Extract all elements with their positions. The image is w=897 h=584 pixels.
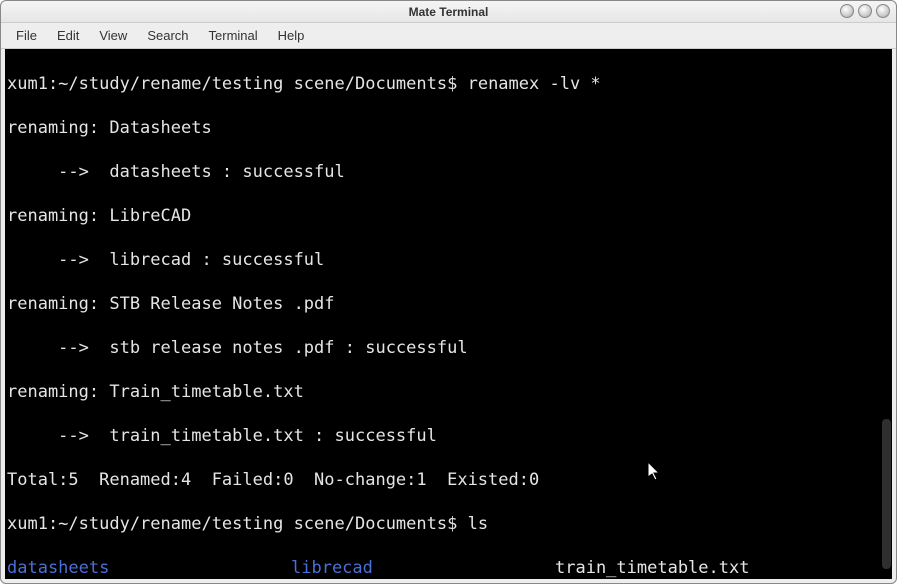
terminal-output[interactable]: xum1:~/study/rename/testing scene/Docume… — [5, 49, 892, 579]
close-button[interactable] — [876, 4, 890, 18]
prompt-line: xum1:~/study/rename/testing scene/Docume… — [7, 514, 488, 534]
ls-dir: librecad — [291, 557, 555, 579]
menubar: File Edit View Search Terminal Help — [1, 23, 896, 49]
menu-help[interactable]: Help — [269, 25, 314, 46]
menu-file[interactable]: File — [7, 25, 46, 46]
output-line: --> train_timetable.txt : successful — [7, 425, 890, 447]
menu-terminal[interactable]: Terminal — [200, 25, 267, 46]
output-line: Total:5 Renamed:4 Failed:0 No-change:1 E… — [7, 469, 890, 491]
ls-row: datasheetslibrecadtrain_timetable.txt — [7, 557, 890, 579]
maximize-button[interactable] — [858, 4, 872, 18]
prompt-text: xum1:~/study/rename/testing scene/Docume… — [7, 514, 457, 534]
ls-dir: datasheets — [7, 557, 291, 579]
menu-view[interactable]: View — [90, 25, 136, 46]
output-line: renaming: STB Release Notes .pdf — [7, 293, 890, 315]
window-title: Mate Terminal — [409, 5, 489, 19]
prompt-line: xum1:~/study/rename/testing scene/Docume… — [7, 74, 601, 94]
menu-search[interactable]: Search — [138, 25, 197, 46]
command-renamex: renamex -lv * — [468, 74, 601, 94]
output-line: --> stb release notes .pdf : successful — [7, 337, 890, 359]
output-line: renaming: Train_timetable.txt — [7, 381, 890, 403]
window-controls — [840, 4, 890, 18]
command-ls: ls — [468, 514, 488, 534]
prompt-text: xum1:~/study/rename/testing scene/Docume… — [7, 74, 457, 94]
menu-edit[interactable]: Edit — [48, 25, 88, 46]
scrollbar[interactable] — [880, 49, 892, 579]
terminal-viewport[interactable]: xum1:~/study/rename/testing scene/Docume… — [5, 49, 892, 579]
titlebar: Mate Terminal — [1, 1, 896, 23]
terminal-window: Mate Terminal File Edit View Search Term… — [0, 0, 897, 584]
scrollbar-thumb[interactable] — [882, 419, 891, 569]
minimize-button[interactable] — [840, 4, 854, 18]
output-line: --> datasheets : successful — [7, 161, 890, 183]
output-line: --> librecad : successful — [7, 249, 890, 271]
ls-file: train_timetable.txt — [555, 557, 749, 579]
output-line: renaming: Datasheets — [7, 117, 890, 139]
output-line: renaming: LibreCAD — [7, 205, 890, 227]
